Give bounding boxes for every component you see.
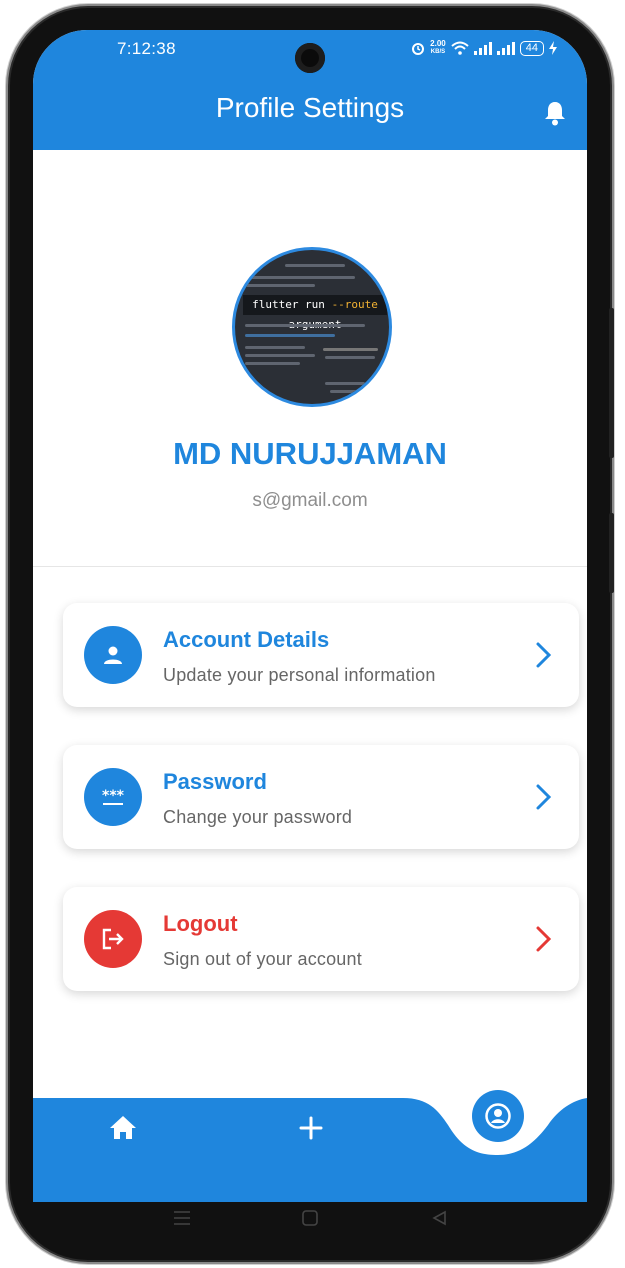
svg-text:***: *** — [102, 788, 125, 804]
password-dots-icon: *** — [102, 788, 125, 805]
network-speed: 2.00 KB/S — [430, 40, 446, 56]
status-icons: 2.00 KB/S 44 — [411, 40, 557, 56]
add-icon[interactable] — [291, 1108, 331, 1148]
system-nav-bar — [33, 1196, 587, 1240]
logout-icon — [102, 928, 124, 950]
charging-icon — [549, 41, 557, 55]
alarm-icon — [412, 43, 425, 55]
password-card[interactable]: *** Password Change your password — [63, 745, 579, 849]
battery-level: 44 — [519, 40, 544, 56]
front-camera — [295, 43, 325, 73]
home-system-icon[interactable] — [301, 1210, 319, 1226]
card-subtitle: Change your password — [163, 807, 353, 827]
avatar[interactable]: flutter run --route argument — [232, 247, 392, 407]
back-icon[interactable] — [431, 1210, 449, 1226]
page-title: Profile Settings — [215, 92, 405, 123]
avatar-caption: flutter run --route argument — [243, 295, 387, 331]
signal-icon-1 — [473, 41, 492, 55]
signal-icon-2 — [496, 41, 515, 55]
card-title: Password — [163, 769, 267, 794]
recent-apps-icon[interactable] — [173, 1210, 191, 1226]
logout-icon-circle — [84, 910, 142, 968]
bell-icon[interactable] — [543, 100, 567, 126]
card-subtitle: Update your personal information — [163, 665, 436, 685]
card-subtitle: Sign out of your account — [163, 949, 362, 969]
account-circle-icon — [485, 1103, 511, 1129]
card-title: Account Details — [163, 627, 330, 652]
account-details-card[interactable]: Account Details Update your personal inf… — [63, 603, 579, 707]
wifi-icon — [451, 41, 469, 55]
profile-name: MD NURUJJAMAN — [173, 436, 447, 471]
speed-unit: KB/S — [430, 49, 446, 55]
chevron-right-icon — [536, 784, 552, 810]
chevron-right-icon — [536, 926, 552, 952]
status-time: 7:12:38 — [117, 39, 176, 58]
chevron-right-icon — [536, 642, 552, 668]
profile-nav-button[interactable] — [472, 1090, 524, 1142]
home-icon[interactable] — [103, 1108, 143, 1148]
app-bar: 7:12:38 2.00 KB/S 44 Profile Settings — [33, 30, 587, 150]
screen: 7:12:38 2.00 KB/S 44 Profile Settings fl… — [33, 30, 587, 1202]
power-button — [609, 513, 614, 593]
password-icon-circle: *** — [84, 768, 142, 826]
profile-email: s@gmail.com — [252, 490, 368, 511]
card-title: Logout — [163, 911, 238, 936]
person-icon — [104, 646, 122, 664]
speed-value: 2.00 — [430, 39, 446, 48]
logout-card[interactable]: Logout Sign out of your account — [63, 887, 579, 991]
divider — [33, 566, 587, 567]
account-details-icon-circle — [84, 626, 142, 684]
volume-button — [609, 308, 614, 458]
